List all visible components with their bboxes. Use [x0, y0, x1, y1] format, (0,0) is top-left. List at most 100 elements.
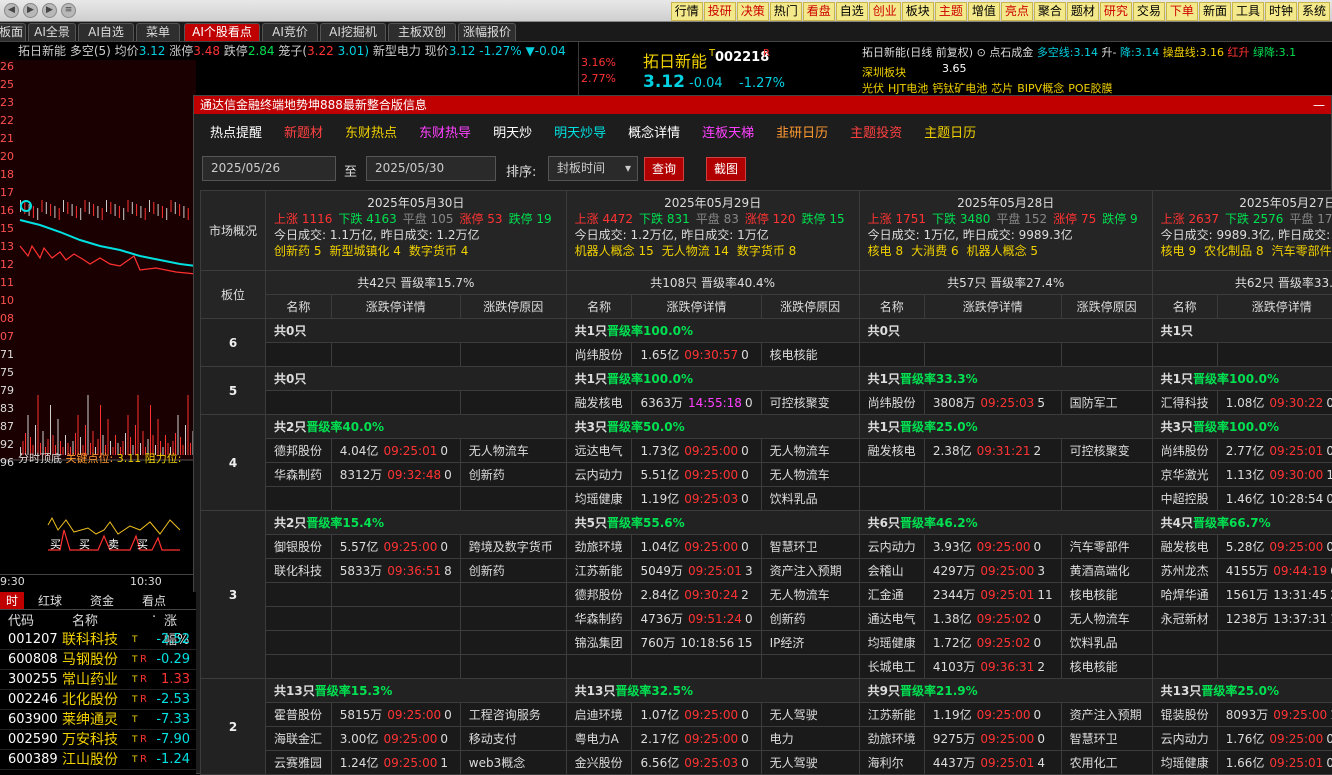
stock-name[interactable]: 御银股份: [266, 535, 332, 559]
stock-name[interactable]: 均瑶健康: [566, 487, 632, 511]
menu-item-4[interactable]: 看盘: [803, 2, 835, 21]
close-icon[interactable]: —: [1313, 96, 1325, 114]
menu-item-13[interactable]: 研究: [1100, 2, 1132, 21]
tab-8[interactable]: 涨幅报价: [458, 23, 516, 41]
concept-tag-5[interactable]: POE胶膜: [1068, 82, 1112, 95]
stock-name[interactable]: 德邦股份: [266, 439, 332, 463]
stock-name[interactable]: 德邦股份: [566, 583, 632, 607]
menu-item-10[interactable]: 亮点: [1001, 2, 1033, 21]
menu-item-15[interactable]: 下单: [1166, 2, 1198, 21]
stock-row[interactable]: 联化科技5833万09:36:518创新药江苏新能5049万09:25:013资…: [201, 559, 1332, 583]
stock-name[interactable]: [1152, 631, 1217, 655]
menu-nav-icon[interactable]: ≡: [61, 3, 76, 18]
stock-name[interactable]: 京华激光: [1152, 463, 1217, 487]
stock-row[interactable]: 华森制药4736万09:51:240创新药通达电气1.38亿09:25:020无…: [201, 607, 1332, 631]
tab-5[interactable]: AI竞价: [262, 23, 318, 41]
list-tab-0[interactable]: 时: [0, 592, 24, 609]
tab-3[interactable]: 菜单: [136, 23, 180, 41]
stock-name[interactable]: 融发核电: [1152, 535, 1217, 559]
tab-2[interactable]: AI自选: [78, 23, 134, 41]
menu-item-18[interactable]: 时钟: [1265, 2, 1297, 21]
stock-name[interactable]: 中超控股: [1152, 487, 1217, 511]
list-item[interactable]: 300255常山药业TR1.33: [0, 670, 196, 690]
stock-name[interactable]: 江苏新能: [566, 559, 632, 583]
list-item[interactable]: 002246北化股份TR-2.53: [0, 690, 196, 710]
list-tab-2[interactable]: 资金: [76, 592, 128, 609]
menu-item-14[interactable]: 交易: [1133, 2, 1165, 21]
screenshot-button[interactable]: 截图: [706, 157, 746, 181]
subnav-item-9[interactable]: 主题投资: [850, 122, 902, 141]
stock-name[interactable]: [859, 487, 924, 511]
list-item[interactable]: 002590万安科技TR-7.90: [0, 730, 196, 750]
stock-name[interactable]: 海利尔: [859, 751, 924, 775]
stock-row[interactable]: 海联金汇3.00亿09:25:000移动支付粤电力A2.17亿09:25:000…: [201, 727, 1332, 751]
subnav-item-2[interactable]: 东财热点: [345, 122, 397, 141]
stock-row[interactable]: 御银股份5.57亿09:25:000跨境及数字货币劲旅环境1.04亿09:25:…: [201, 535, 1332, 559]
subnav-item-7[interactable]: 连板天梯: [702, 122, 754, 141]
concept-tag-2[interactable]: 钙钛矿电池: [932, 82, 987, 95]
tab-0[interactable]: 板面: [0, 23, 26, 41]
list-item[interactable]: 600389江山股份TR-1.24: [0, 750, 196, 770]
stock-row[interactable]: 德邦股份2.84亿09:30:242无人物流车汇金通2344万09:25:011…: [201, 583, 1332, 607]
stock-row[interactable]: 尚纬股份1.65亿09:30:570核电核能: [201, 343, 1332, 367]
list-item[interactable]: 603900莱绅通灵T-7.33: [0, 710, 196, 730]
tab-4[interactable]: AI个股看点: [184, 23, 260, 41]
menu-item-0[interactable]: 行情: [671, 2, 703, 21]
stock-name[interactable]: 联化科技: [266, 559, 332, 583]
subnav-item-0[interactable]: 热点提醒: [210, 122, 262, 141]
menu-item-7[interactable]: 板块: [902, 2, 934, 21]
date-to-input[interactable]: 2025/05/30: [366, 156, 496, 181]
subnav-item-1[interactable]: 新题材: [284, 122, 323, 141]
stock-name[interactable]: 永冠新材: [1152, 607, 1217, 631]
list-tab-3[interactable]: 看点: [128, 592, 180, 609]
query-button[interactable]: 查询: [644, 157, 684, 181]
stock-name[interactable]: 金兴股份: [566, 751, 632, 775]
stock-name[interactable]: 劲旅环境: [566, 535, 632, 559]
stock-name[interactable]: 哈焊华通: [1152, 583, 1217, 607]
stock-row[interactable]: 均瑶健康1.19亿09:25:030饮料乳品中超控股1.46亿10:28:540: [201, 487, 1332, 511]
tab-1[interactable]: AI全景: [28, 23, 76, 41]
stock-name[interactable]: 海联金汇: [266, 727, 332, 751]
tab-7[interactable]: 主板双创: [388, 23, 456, 41]
forward-nav-icon[interactable]: ▶: [23, 3, 38, 18]
menu-item-9[interactable]: 增值: [968, 2, 1000, 21]
concept-tag-3[interactable]: 芯片: [991, 82, 1013, 95]
stock-name[interactable]: 云内动力: [566, 463, 632, 487]
stock-name[interactable]: 尚纬股份: [566, 343, 632, 367]
stock-name[interactable]: [1152, 343, 1217, 367]
stock-name[interactable]: 华森制药: [266, 463, 332, 487]
menu-item-1[interactable]: 投研: [704, 2, 736, 21]
stock-name[interactable]: 融发核电: [859, 439, 924, 463]
stock-row[interactable]: 霍普股份5815万09:25:000工程咨询服务启迪环境1.07亿09:25:0…: [201, 703, 1332, 727]
stock-name[interactable]: 云内动力: [1152, 727, 1217, 751]
subnav-item-8[interactable]: 韭研日历: [776, 122, 828, 141]
menu-item-12[interactable]: 题材: [1067, 2, 1099, 21]
stock-name[interactable]: 尚纬股份: [1152, 439, 1217, 463]
stock-name[interactable]: 通达电气: [859, 607, 924, 631]
concept-tag-1[interactable]: HJT电池: [888, 82, 928, 95]
stock-name[interactable]: 融发核电: [566, 391, 632, 415]
menu-item-11[interactable]: 聚合: [1034, 2, 1066, 21]
menu-item-3[interactable]: 热门: [770, 2, 802, 21]
stock-name[interactable]: 锟装股份: [1152, 703, 1217, 727]
stock-row[interactable]: 锦泓集团760万10:18:5615IP经济均瑶健康1.72亿09:25:020…: [201, 631, 1332, 655]
back-nav-icon[interactable]: ◀: [4, 3, 19, 18]
stock-row[interactable]: 云赛雅园1.24亿09:25:001web3概念金兴股份6.56亿09:25:0…: [201, 751, 1332, 775]
sort-select[interactable]: 封板时间▾: [548, 156, 638, 181]
history-nav-icon[interactable]: ▶: [42, 3, 57, 18]
subnav-item-6[interactable]: 概念详情: [628, 122, 680, 141]
stock-row[interactable]: 华森制药8312万09:32:480创新药云内动力5.51亿09:25:000无…: [201, 463, 1332, 487]
stock-name[interactable]: [266, 583, 332, 607]
menu-item-16[interactable]: 新面: [1199, 2, 1231, 21]
list-tab-1[interactable]: 红球: [24, 592, 76, 609]
stock-name[interactable]: [859, 343, 924, 367]
subnav-item-10[interactable]: 主题日历: [924, 122, 976, 141]
stock-name[interactable]: [266, 343, 332, 367]
stock-name[interactable]: [266, 391, 332, 415]
menu-item-19[interactable]: 系统: [1298, 2, 1330, 21]
stock-name[interactable]: 粤电力A: [566, 727, 632, 751]
menu-item-2[interactable]: 决策: [737, 2, 769, 21]
stock-name[interactable]: 华森制药: [566, 607, 632, 631]
subnav-item-4[interactable]: 明天炒: [493, 122, 532, 141]
stock-name[interactable]: [266, 487, 332, 511]
